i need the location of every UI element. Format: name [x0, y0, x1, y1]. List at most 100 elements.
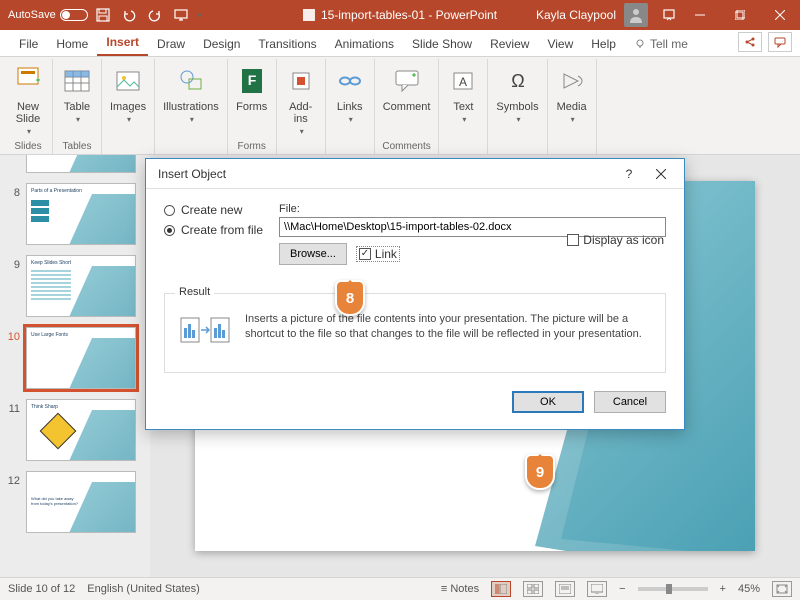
forms-button[interactable]: FForms	[234, 61, 270, 115]
forms-icon: F	[236, 63, 268, 99]
save-icon[interactable]	[92, 4, 114, 26]
tab-design[interactable]: Design	[194, 32, 249, 56]
result-legend: Result	[175, 286, 214, 298]
fit-window-icon[interactable]	[772, 581, 792, 597]
cancel-button[interactable]: Cancel	[594, 391, 666, 413]
comment-button[interactable]: Comment	[381, 61, 433, 115]
zoom-level[interactable]: 45%	[738, 583, 760, 595]
slide-thumbnails: 8Parts of a Presentation 9Keep Slides Sh…	[0, 155, 150, 577]
images-icon	[112, 63, 144, 99]
zoom-slider[interactable]	[638, 587, 708, 591]
tab-insert[interactable]: Insert	[97, 30, 148, 56]
tab-slideshow[interactable]: Slide Show	[403, 32, 481, 56]
symbol-icon: Ω	[502, 63, 534, 99]
tab-draw[interactable]: Draw	[148, 32, 194, 56]
media-button[interactable]: Media▾	[554, 61, 590, 126]
ribbon-insert: New Slide▾Slides Table▾Tables Images▾ Il…	[0, 57, 800, 155]
qat-dropdown-icon[interactable]: ▾	[198, 11, 202, 20]
autosave-toggle[interactable]: AutoSave	[8, 9, 88, 21]
shapes-icon	[175, 63, 207, 99]
close-button[interactable]	[760, 0, 800, 30]
language-status[interactable]: English (United States)	[87, 583, 200, 595]
create-new-radio[interactable]: Create new	[164, 203, 263, 217]
slide-thumbnail[interactable]: Parts of a Presentation	[26, 183, 136, 245]
checkbox-icon	[567, 234, 579, 246]
powerpoint-icon	[303, 9, 315, 21]
sorter-view-icon[interactable]	[523, 581, 543, 597]
tab-transitions[interactable]: Transitions	[249, 32, 325, 56]
zoom-in-button[interactable]: +	[720, 583, 726, 595]
link-checkbox[interactable]: Link	[357, 247, 399, 261]
tell-me-search[interactable]: Tell me	[625, 32, 697, 56]
checkbox-checked-icon	[359, 248, 371, 260]
tab-view[interactable]: View	[538, 32, 582, 56]
display-as-icon-checkbox[interactable]: Display as icon	[567, 233, 664, 247]
table-icon	[61, 63, 93, 99]
svg-text:A: A	[459, 75, 467, 89]
autosave-label: AutoSave	[8, 9, 56, 21]
link-icon	[334, 63, 366, 99]
addins-icon	[285, 63, 317, 99]
zoom-out-button[interactable]: −	[619, 583, 625, 595]
title-bar: AutoSave ▾ 15-import-tables-01 - PowerPo…	[0, 0, 800, 30]
document-title: 15-import-tables-01 - PowerPoint	[303, 8, 497, 22]
redo-icon[interactable]	[144, 4, 166, 26]
symbols-button[interactable]: ΩSymbols▾	[494, 61, 540, 126]
user-name[interactable]: Kayla Claypool	[536, 8, 616, 22]
svg-text:F: F	[247, 72, 256, 88]
tab-review[interactable]: Review	[481, 32, 538, 56]
dialog-help-button[interactable]: ?	[614, 162, 644, 186]
images-button[interactable]: Images▾	[108, 61, 148, 126]
slide-thumbnail[interactable]	[26, 155, 136, 173]
radio-icon	[164, 205, 175, 216]
ok-button[interactable]: OK	[512, 391, 584, 413]
slide-thumbnail-selected[interactable]: Use Large Fonts	[26, 327, 136, 389]
reading-view-icon[interactable]	[555, 581, 575, 597]
slide-counter[interactable]: Slide 10 of 12	[8, 583, 75, 595]
slideshow-icon[interactable]	[170, 4, 192, 26]
tab-help[interactable]: Help	[582, 32, 625, 56]
textbox-icon: A	[447, 63, 479, 99]
status-bar: Slide 10 of 12 English (United States) ≡…	[0, 577, 800, 600]
tab-animations[interactable]: Animations	[326, 32, 403, 56]
share-button[interactable]	[738, 32, 762, 52]
result-icon	[179, 312, 231, 350]
user-avatar-icon[interactable]	[624, 3, 648, 27]
comment-icon	[391, 63, 423, 99]
media-icon	[556, 63, 588, 99]
table-button[interactable]: Table▾	[59, 61, 95, 126]
normal-view-icon[interactable]	[491, 581, 511, 597]
callout-9: 9	[525, 454, 555, 490]
svg-text:Ω: Ω	[511, 71, 524, 91]
new-slide-button[interactable]: New Slide▾	[10, 61, 46, 138]
restore-button[interactable]	[720, 0, 760, 30]
callout-8: 8	[335, 280, 365, 316]
radio-checked-icon	[164, 225, 175, 236]
comments-button[interactable]	[768, 32, 792, 52]
minimize-button[interactable]	[680, 0, 720, 30]
tab-home[interactable]: Home	[47, 32, 97, 56]
notes-button[interactable]: ≡ Notes	[441, 583, 479, 595]
links-button[interactable]: Links▾	[332, 61, 368, 126]
undo-icon[interactable]	[118, 4, 140, 26]
illustrations-button[interactable]: Illustrations▾	[161, 61, 221, 126]
slideshow-view-icon[interactable]	[587, 581, 607, 597]
dialog-close-button[interactable]	[646, 162, 676, 186]
ribbon-tabs: File Home Insert Draw Design Transitions…	[0, 30, 800, 57]
file-label: File:	[279, 203, 666, 215]
addins-button[interactable]: Add- ins▾	[283, 61, 319, 138]
slide-thumbnail[interactable]: Think Sharp	[26, 399, 136, 461]
tab-file[interactable]: File	[10, 32, 47, 56]
slide-thumbnail[interactable]: Keep Slides Short	[26, 255, 136, 317]
insert-object-dialog: Insert Object ? Display as icon Create n…	[145, 158, 685, 430]
browse-button[interactable]: Browse...	[279, 243, 347, 265]
toggle-off-icon	[60, 9, 88, 21]
ribbon-options-icon[interactable]	[658, 4, 680, 26]
dialog-title: Insert Object	[158, 167, 226, 181]
new-slide-icon	[12, 63, 44, 99]
slide-thumbnail[interactable]: What did you take awayfrom today's prese…	[26, 471, 136, 533]
text-button[interactable]: AText▾	[445, 61, 481, 126]
create-from-file-radio[interactable]: Create from file	[164, 223, 263, 237]
result-description: Inserts a picture of the file contents i…	[245, 312, 651, 342]
lightbulb-icon	[634, 38, 646, 50]
